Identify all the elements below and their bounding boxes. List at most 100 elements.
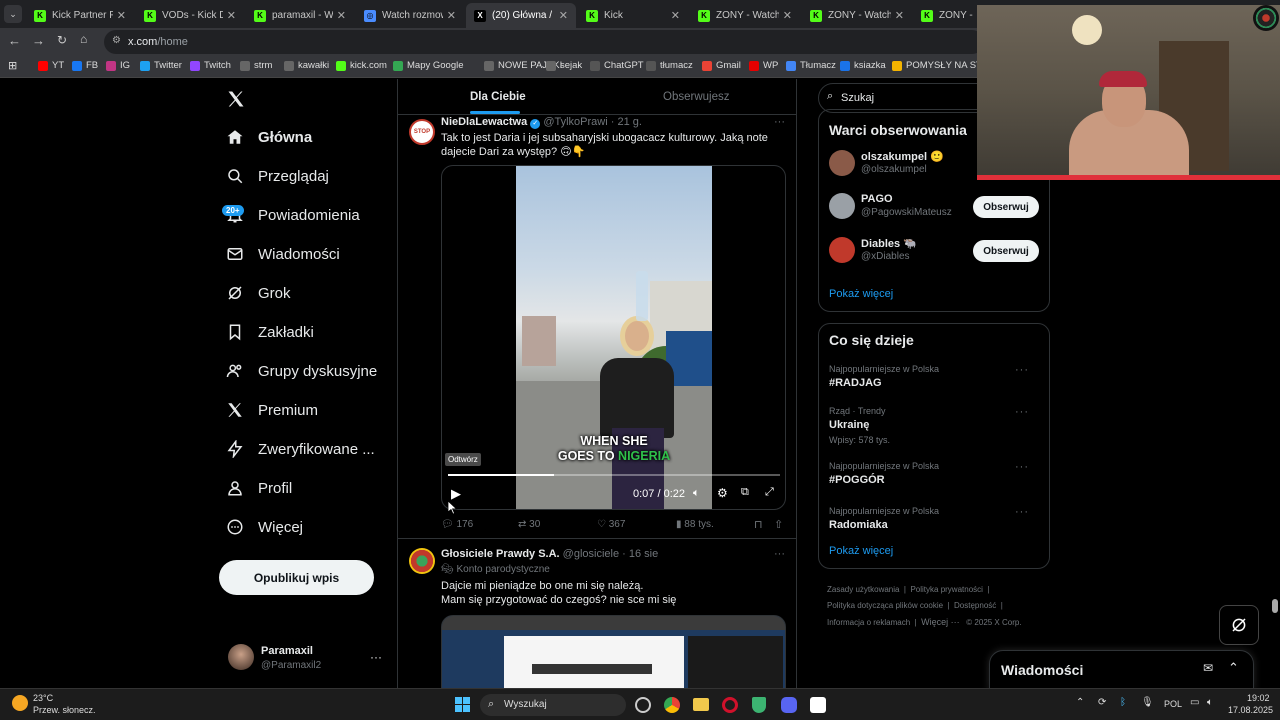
home-button-icon[interactable]: ⌂	[80, 32, 87, 46]
nav-item-premium[interactable]: Premium	[226, 401, 318, 419]
post-author-handle[interactable]: @glosiciele	[563, 548, 619, 560]
follow-suggestion[interactable]: Diables 🐃 @xDiables Obserwuj	[819, 235, 1049, 271]
post-time[interactable]: · 16 sie	[622, 548, 658, 560]
address-bar[interactable]: ⚙ x.com/home	[104, 30, 984, 54]
tab-for-you[interactable]: Dla Ciebie	[470, 91, 526, 103]
app-icon-explorer[interactable]	[693, 698, 709, 711]
trend-item[interactable]: Rząd · Trendy Ukrainę Wpisy: 578 tys. ···	[829, 406, 1041, 445]
footer-link[interactable]: Dostępność	[954, 601, 996, 610]
trend-more-icon[interactable]: ···	[1015, 461, 1029, 473]
tray-sync-icon[interactable]: ⟳	[1098, 697, 1106, 708]
footer-link[interactable]: Polityka prywatności	[910, 585, 982, 594]
scrollbar-thumb[interactable]	[1272, 599, 1278, 613]
browser-tab[interactable]: K Kick ✕	[578, 3, 688, 28]
settings-icon[interactable]: ⚙	[717, 486, 728, 500]
nav-item-grupy-dyskusyjne[interactable]: Grupy dyskusyjne	[226, 362, 377, 380]
nav-item-wiadomości[interactable]: Wiadomości	[226, 245, 340, 263]
tab-list-button[interactable]: ⌄	[4, 5, 22, 23]
trend-item[interactable]: Najpopularniejsze w Polska Radomiaka ···	[829, 506, 1041, 531]
post-author-name[interactable]: Głosiciele Prawdy S.A.	[441, 548, 560, 560]
bookmark-item[interactable]: kawałki	[284, 60, 329, 71]
pip-icon[interactable]: ⧉	[741, 486, 749, 499]
bookmark-item[interactable]: Tłumacz	[786, 60, 836, 71]
trend-more-icon[interactable]: ···	[1015, 406, 1029, 418]
trend-item[interactable]: Najpopularniejsze w Polska #RADJAG ···	[829, 364, 1041, 389]
tab-close-icon[interactable]: ✕	[895, 9, 904, 22]
nav-item-główna[interactable]: Główna	[226, 128, 312, 146]
follow-suggestion[interactable]: PAGO @PagowskiMateusz Obserwuj	[819, 191, 1049, 227]
post-more-icon[interactable]: ···	[774, 548, 785, 560]
reply-action[interactable]: 💬︎ 176	[441, 519, 473, 530]
share-icon[interactable]: ⇧	[774, 518, 783, 531]
tab-close-icon[interactable]: ✕	[227, 9, 236, 22]
browser-tab[interactable]: K ZONY - Wat	[913, 3, 983, 28]
forward-icon[interactable]: →	[32, 33, 45, 48]
bookmark-item[interactable]: FB	[72, 60, 98, 71]
post-avatar[interactable]: STOP	[409, 119, 435, 145]
trend-more-icon[interactable]: ···	[1015, 364, 1029, 376]
bookmark-action-icon[interactable]: ⊓	[754, 518, 763, 531]
tab-close-icon[interactable]: ✕	[447, 9, 456, 22]
browser-tab[interactable]: K VODs - Kick Dash ✕	[136, 3, 244, 28]
footer-link[interactable]: Więcej ···	[921, 617, 960, 627]
post-media-image[interactable]	[441, 615, 786, 688]
fullscreen-icon[interactable]: ⤢	[765, 486, 774, 499]
footer-link[interactable]: Informacja o reklamach	[827, 618, 910, 627]
tray-mic-icon[interactable]: 🎙︎	[1141, 697, 1154, 708]
bookmark-item[interactable]: Mapy Google	[393, 60, 464, 71]
expand-icon[interactable]: ⌃	[1228, 660, 1239, 676]
play-icon[interactable]: ▶	[451, 486, 461, 502]
clock-time[interactable]: 19:02	[1247, 693, 1270, 703]
follow-button[interactable]: Obserwuj	[973, 196, 1039, 218]
post-avatar[interactable]	[409, 548, 435, 574]
follow-button[interactable]: Obserwuj	[973, 240, 1039, 262]
tray-bluetooth-icon[interactable]: ᛒ	[1120, 697, 1126, 708]
account-switcher[interactable]: Paramaxil @Paramaxil2 ···	[226, 640, 386, 678]
clock-date[interactable]: 17.08.2025	[1228, 705, 1273, 715]
post-author-name[interactable]: NieDlaLewactwa	[441, 116, 527, 128]
post-time[interactable]: · 21 g.	[611, 116, 642, 128]
browser-tab[interactable]: K ZONY - Watch clip ✕	[690, 3, 800, 28]
suggestion-avatar[interactable]	[829, 237, 855, 263]
trend-more-icon[interactable]: ···	[1015, 506, 1029, 518]
suggestion-avatar[interactable]	[829, 150, 855, 176]
bookmark-item[interactable]: sejak	[546, 60, 582, 71]
like-action[interactable]: ♡ 367	[597, 519, 625, 530]
app-icon-obs[interactable]	[635, 697, 651, 713]
bookmark-item[interactable]: Twitter	[140, 60, 182, 71]
post-more-icon[interactable]: ···	[774, 116, 785, 128]
trends-show-more-link[interactable]: Pokaż więcej	[829, 545, 893, 557]
video-player[interactable]: WHEN SHE GOES TO NIGERIA Odtwórz ▶ 0:07 …	[441, 165, 786, 510]
app-icon-shield[interactable]	[752, 697, 766, 713]
tab-following[interactable]: Obserwujesz	[663, 91, 729, 103]
bookmark-item[interactable]: YT	[38, 60, 64, 71]
bookmark-item[interactable]: Twitch	[190, 60, 231, 71]
nav-item-zweryfikowane[interactable]: Zweryfikowane ...	[226, 440, 375, 458]
footer-link[interactable]: Polityka dotycząca plików cookie	[827, 601, 943, 610]
browser-tab[interactable]: K ZONY - Watch clip ✕	[802, 3, 912, 28]
repost-action[interactable]: ⇄ 30	[518, 519, 540, 530]
back-icon[interactable]: ←	[8, 33, 21, 48]
app-icon-capcut[interactable]	[810, 697, 826, 713]
new-message-icon[interactable]: ✉	[1203, 661, 1213, 675]
tray-network-icon[interactable]: ▭	[1190, 697, 1199, 708]
browser-tab[interactable]: K Kick Partner Prog ✕	[26, 3, 134, 28]
post-author-handle[interactable]: @TylkoPrawi	[543, 116, 607, 128]
start-icon[interactable]	[455, 697, 470, 712]
x-logo-icon[interactable]	[226, 89, 246, 109]
nav-item-więcej[interactable]: Więcej	[226, 518, 303, 536]
tab-close-icon[interactable]: ✕	[337, 9, 346, 22]
volume-icon[interactable]: 🔈︎	[693, 487, 700, 500]
messages-drawer[interactable]: Wiadomości ✉ ⌃	[989, 650, 1254, 688]
tab-close-icon[interactable]: ✕	[559, 9, 568, 22]
bookmark-item[interactable]: ksiazka	[840, 60, 886, 71]
post[interactable]: Głosiciele Prawdy S.A. @glosiciele · 16 …	[398, 540, 796, 688]
post[interactable]: STOP NieDlaLewactwa ✓ @TylkoPrawi · 21 g…	[398, 115, 796, 539]
bookmark-item[interactable]: strm	[240, 60, 272, 71]
nav-item-grok[interactable]: Grok	[226, 284, 291, 302]
footer-link[interactable]: Zasady użytkowania	[827, 585, 899, 594]
app-icon-opera[interactable]	[722, 697, 738, 713]
apps-icon[interactable]: ⊞	[8, 59, 17, 72]
site-info-icon[interactable]: ⚙	[112, 35, 121, 46]
bookmark-item[interactable]: Gmail	[702, 60, 741, 71]
